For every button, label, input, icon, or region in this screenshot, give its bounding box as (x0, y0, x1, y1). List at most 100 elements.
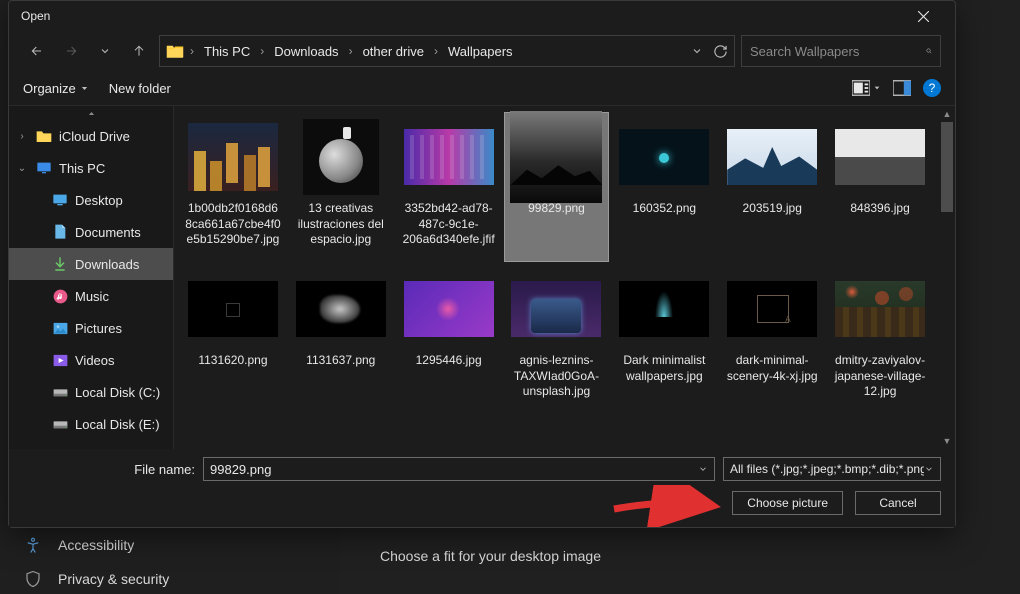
settings-nav-privacy[interactable]: Privacy & security (24, 570, 169, 588)
chevron-down-icon (924, 464, 934, 474)
file-name-input[interactable]: 99829.png (203, 457, 715, 481)
file-name-label: 3352bd42-ad78-487c-9c1e-206a6d340efe.jfi… (399, 201, 499, 248)
choose-picture-button[interactable]: Choose picture (732, 491, 843, 515)
file-thumbnail (187, 117, 279, 197)
new-folder-button[interactable]: New folder (109, 81, 171, 96)
breadcrumb-separator: › (188, 44, 196, 58)
scroll-up-button[interactable]: ▲ (939, 106, 955, 122)
tree-item-local-disk-c-[interactable]: Local Disk (C:) (9, 376, 173, 408)
file-item[interactable]: 203519.jpg (719, 112, 825, 262)
scroll-thumb[interactable] (941, 122, 953, 212)
file-name-label: 99829.png (526, 201, 587, 217)
search-icon (926, 44, 932, 58)
file-name-label: 1b00db2f0168d68ca661a67cbe4f0e5b15290be7… (183, 201, 283, 248)
nav-row: › This PC › Downloads › other drive › Wa… (9, 31, 955, 71)
close-button[interactable] (903, 1, 943, 31)
file-thumbnail (510, 421, 602, 449)
sidebar-scroll-up[interactable] (9, 106, 173, 120)
breadcrumb-item[interactable]: This PC (200, 42, 254, 61)
help-icon: ? (929, 81, 936, 95)
preview-pane-button[interactable] (893, 80, 911, 96)
file-open-dialog: Open › This PC › Downloads › other drive… (8, 0, 956, 528)
file-name-label: Dark minimalist wallpapers.jpg (614, 353, 714, 384)
tree-item-documents[interactable]: Documents (9, 216, 173, 248)
tree-chevron-icon[interactable]: › (15, 131, 29, 142)
titlebar: Open (9, 1, 955, 31)
vertical-scrollbar[interactable]: ▲ ▼ (939, 106, 955, 449)
file-thumbnail (295, 269, 387, 349)
arrow-up-icon (131, 43, 147, 59)
tree-item-icloud-drive[interactable]: ›iCloud Drive (9, 120, 173, 152)
content-area: 1b00db2f0168d68ca661a67cbe4f0e5b15290be7… (174, 106, 955, 449)
music-icon (51, 289, 69, 304)
tree-item-label: Pictures (75, 321, 122, 336)
tree-item-music[interactable]: Music (9, 280, 173, 312)
breadcrumb-item[interactable]: other drive (359, 42, 428, 61)
back-button[interactable] (23, 37, 51, 65)
file-item[interactable]: agnis-leznins-TAXWIad0GoA-unsplash.jpg (504, 264, 610, 414)
file-item[interactable]: 13 creativas ilustraciones del espacio.j… (288, 112, 394, 262)
view-mode-button[interactable] (852, 80, 881, 96)
file-item[interactable]: 1295446.jpg (396, 264, 502, 414)
scroll-down-button[interactable]: ▼ (939, 433, 955, 449)
organize-button[interactable]: Organize (23, 81, 89, 96)
forward-button[interactable] (57, 37, 85, 65)
scroll-track[interactable] (939, 122, 955, 433)
documents-icon (51, 224, 69, 240)
pictures-icon (51, 322, 69, 335)
chevron-down-icon[interactable] (698, 464, 708, 474)
search-input[interactable] (750, 44, 926, 59)
tree-item-local-disk-e-[interactable]: Local Disk (E:) (9, 408, 173, 440)
tree-item-downloads[interactable]: Downloads (9, 248, 173, 280)
address-bar[interactable]: › This PC › Downloads › other drive › Wa… (159, 35, 735, 67)
refresh-icon[interactable] (713, 44, 728, 59)
tree-chevron-icon[interactable]: ⌄ (15, 163, 29, 174)
chevron-down-icon[interactable] (691, 45, 703, 57)
file-item[interactable]: Dark minimalist wallpapers.jpg (611, 264, 717, 414)
cancel-button[interactable]: Cancel (855, 491, 941, 515)
breadcrumb-item[interactable]: Downloads (270, 42, 342, 61)
breadcrumb-item[interactable]: Wallpapers (444, 42, 517, 61)
file-name-label: 848396.jpg (848, 201, 911, 217)
folder-icon (35, 129, 53, 143)
new-folder-label: New folder (109, 81, 171, 96)
file-item[interactable]: 160352.png (611, 112, 717, 262)
folder-icon (166, 43, 184, 59)
recent-button[interactable] (91, 37, 119, 65)
breadcrumb-separator: › (347, 44, 355, 58)
settings-nav-label: Accessibility (58, 537, 134, 553)
chevron-up-icon (87, 109, 96, 118)
search-box[interactable] (741, 35, 941, 67)
tree-item-label: Documents (75, 225, 141, 240)
file-name-value: 99829.png (210, 462, 271, 477)
file-name-label: 203519.jpg (741, 201, 804, 217)
tree-item-label: Videos (75, 353, 115, 368)
file-name-label: 13 creativas ilustraciones del espacio.j… (291, 201, 391, 248)
file-item[interactable]: 3352bd42-ad78-487c-9c1e-206a6d340efe.jfi… (396, 112, 502, 262)
file-thumbnail (403, 269, 495, 349)
tree-item-this-pc[interactable]: ⌄This PC (9, 152, 173, 184)
file-thumbnail (510, 269, 602, 349)
tree-item-label: Desktop (75, 193, 123, 208)
file-name-label: 160352.png (631, 201, 698, 217)
file-item[interactable]: 848396.jpg (827, 112, 933, 262)
up-button[interactable] (125, 37, 153, 65)
tree-item-videos[interactable]: Videos (9, 344, 173, 376)
file-item[interactable] (504, 416, 610, 449)
file-item[interactable]: 1131637.png (288, 264, 394, 414)
file-name-label: dmitry-zaviyalov-japanese-village-12.jpg (830, 353, 930, 400)
disk-icon (51, 418, 69, 431)
tree-item-desktop[interactable]: Desktop (9, 184, 173, 216)
file-item[interactable]: 1b00db2f0168d68ca661a67cbe4f0e5b15290be7… (180, 112, 286, 262)
file-type-select[interactable]: All files (*.jpg;*.jpeg;*.bmp;*.dib;*.pn… (723, 457, 941, 481)
file-item[interactable]: 1131620.png (180, 264, 286, 414)
file-item[interactable]: dark-minimal-scenery-4k-xj.jpg (719, 264, 825, 414)
tree-item-label: Music (75, 289, 109, 304)
arrow-left-icon (29, 43, 45, 59)
help-button[interactable]: ? (923, 79, 941, 97)
tree-item-pictures[interactable]: Pictures (9, 312, 173, 344)
file-item[interactable]: dmitry-zaviyalov-japanese-village-12.jpg (827, 264, 933, 414)
file-grid[interactable]: 1b00db2f0168d68ca661a67cbe4f0e5b15290be7… (174, 106, 939, 449)
settings-nav-accessibility[interactable]: Accessibility (24, 536, 134, 554)
file-item[interactable]: 99829.png (504, 112, 610, 262)
